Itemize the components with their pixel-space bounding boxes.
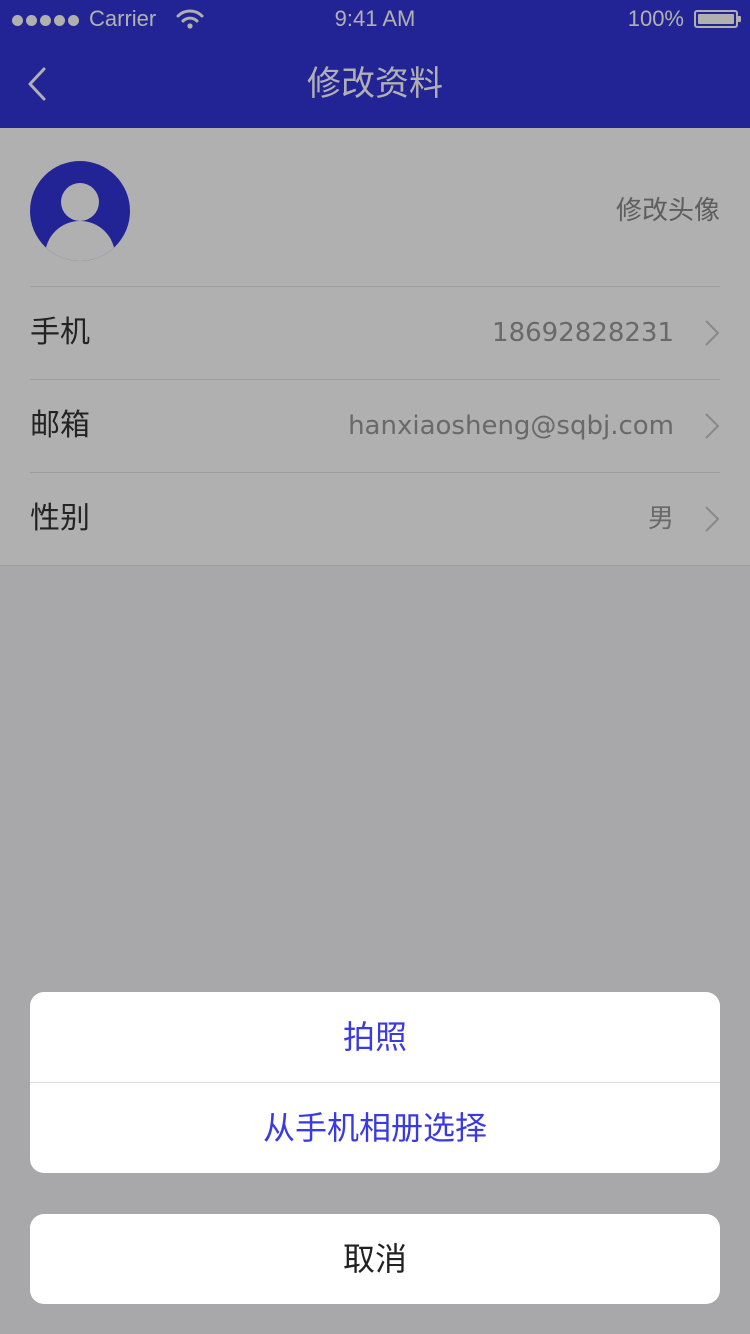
take-photo-button[interactable]: 拍照 [30, 992, 720, 1082]
action-sheet: 拍照 从手机相册选择 [30, 992, 720, 1173]
choose-from-album-button[interactable]: 从手机相册选择 [30, 1083, 720, 1173]
cancel-button[interactable]: 取消 [30, 1214, 720, 1304]
